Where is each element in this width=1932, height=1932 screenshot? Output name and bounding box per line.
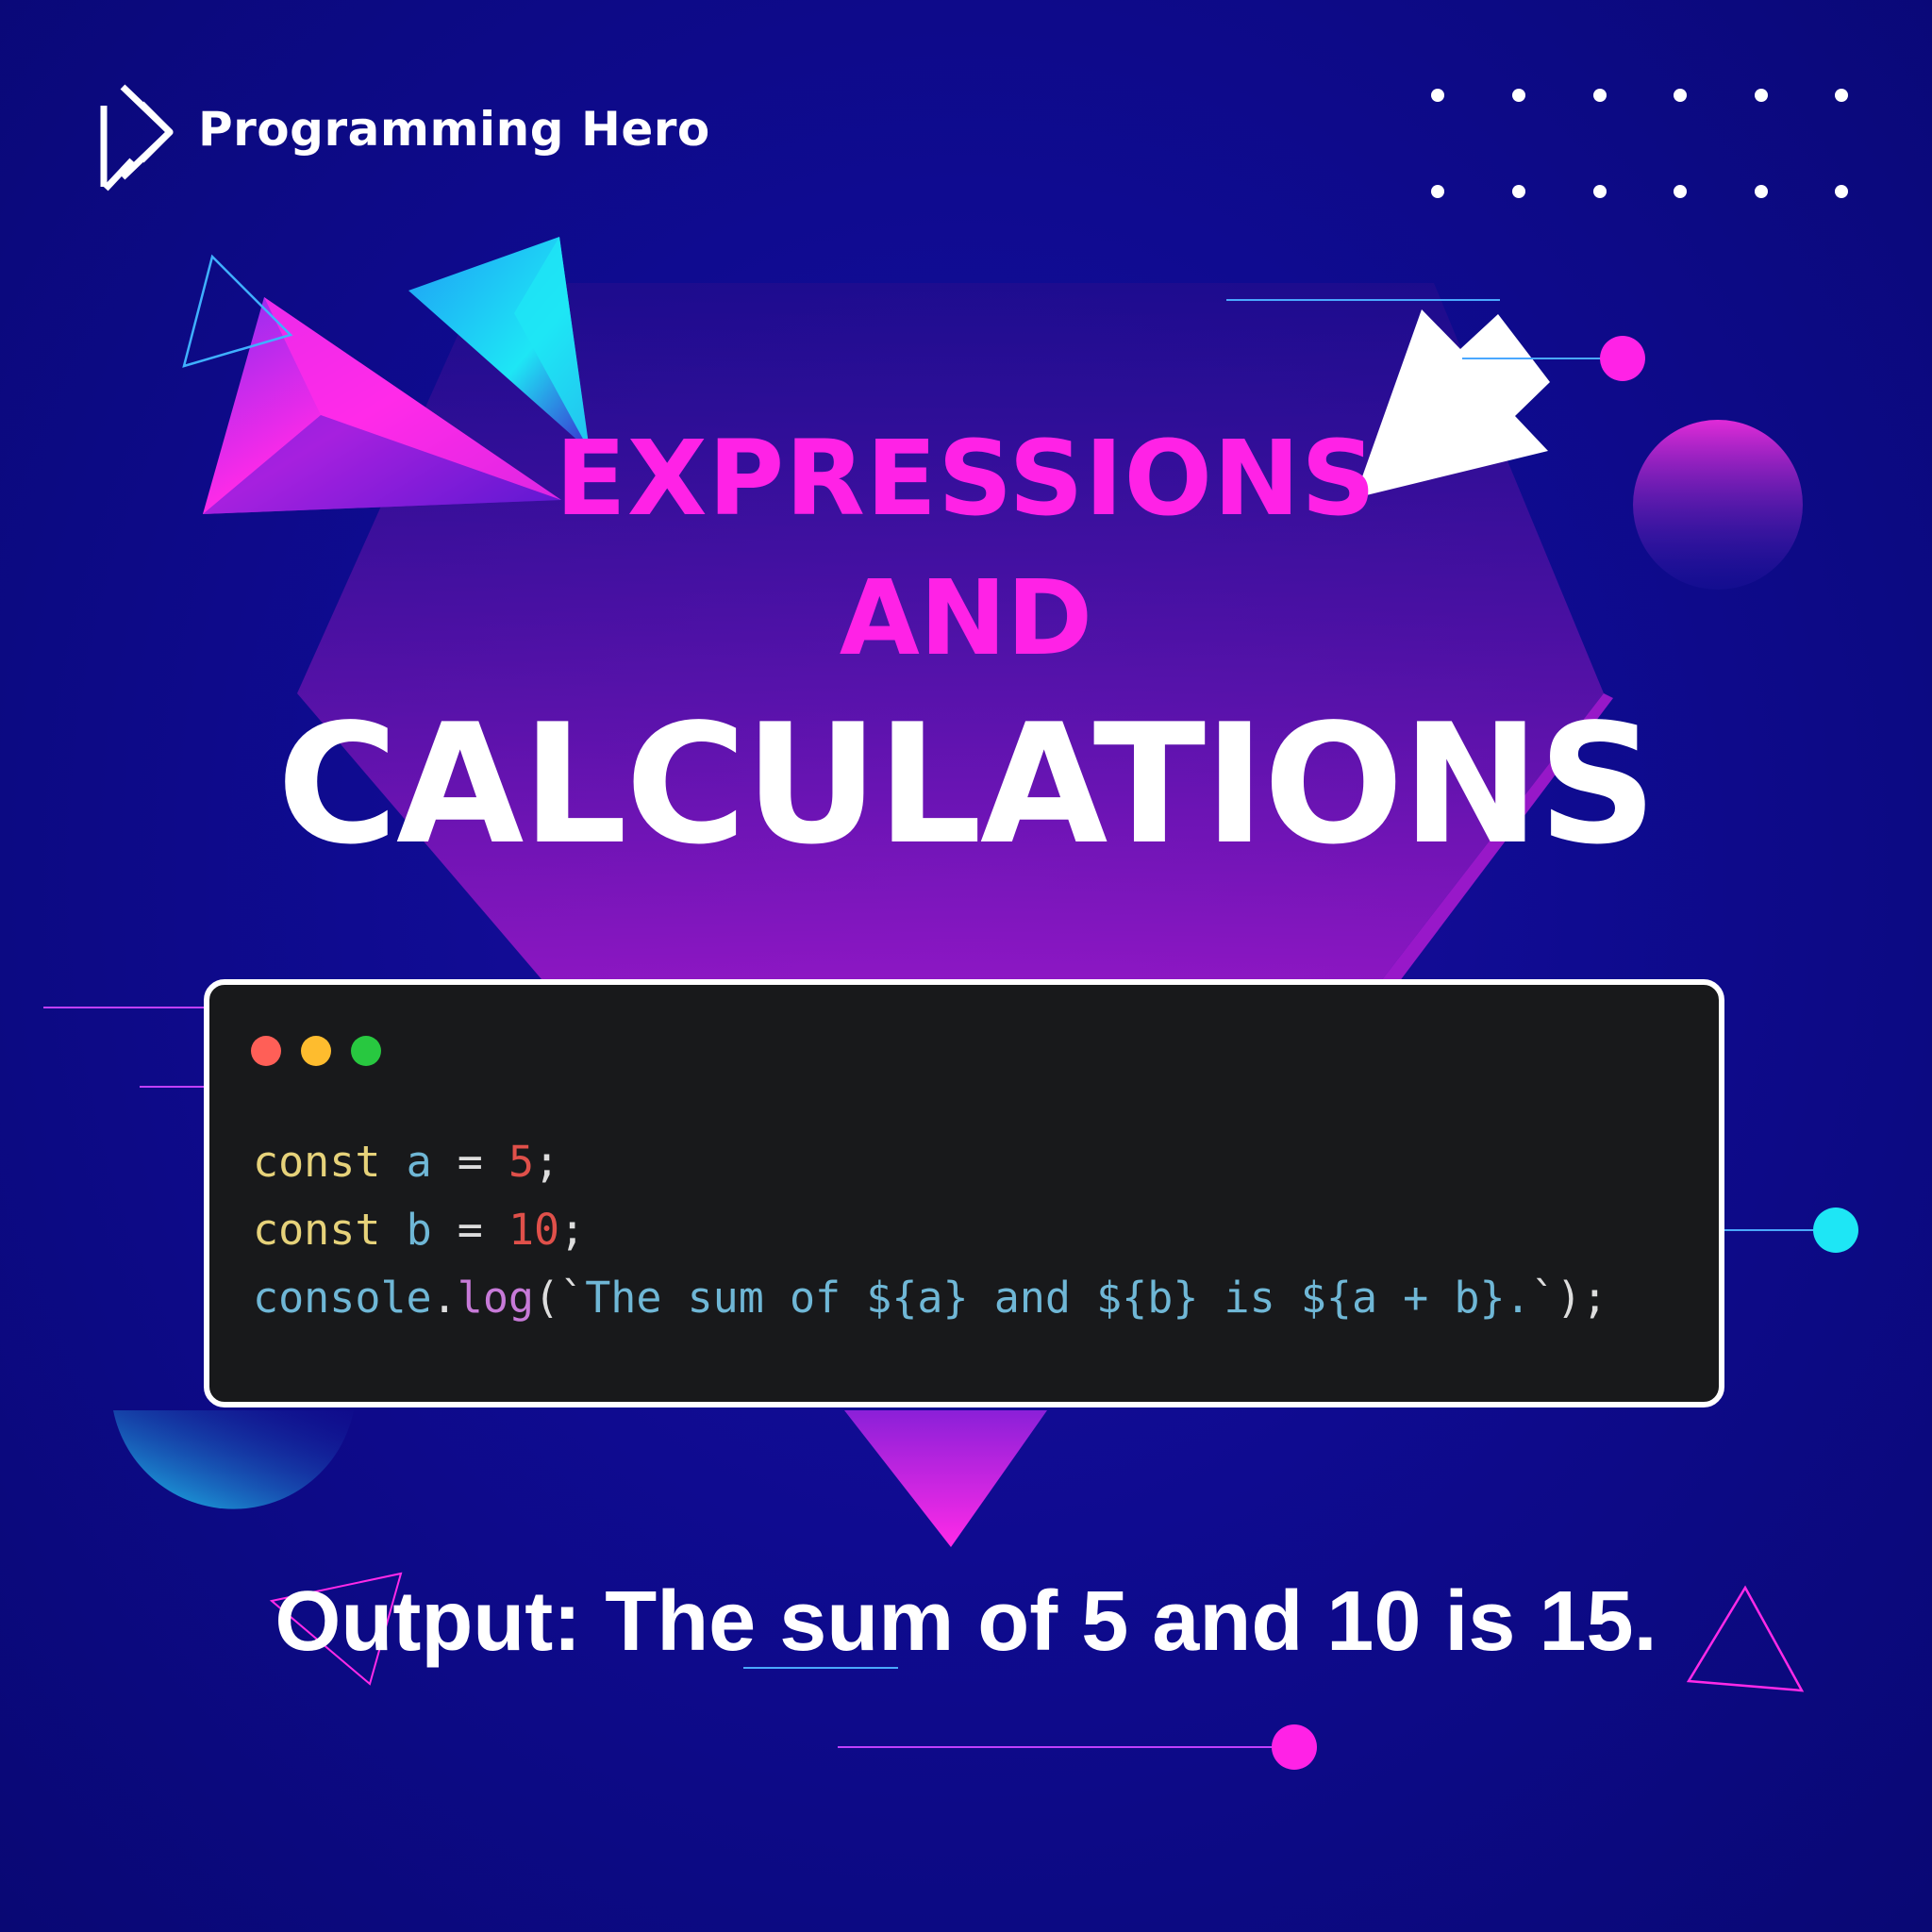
code-token: The sum of ${a} and ${b} is ${a + b}. (585, 1273, 1531, 1323)
code-token: const (253, 1205, 381, 1255)
code-block: const a = 5; const b = 10; console.log(`Th… (253, 1128, 1607, 1332)
code-line: const a = 5; (253, 1128, 1607, 1196)
output-text: Output: The sum of 5 and 10 is 15. (275, 1574, 1657, 1669)
brand-name: Programming Hero (198, 102, 710, 157)
magenta-node-bottom (1272, 1724, 1317, 1770)
code-token: log (457, 1273, 535, 1323)
poster-canvas: Programming Hero EXPRESSIONS AND CALCULA… (0, 0, 1932, 1932)
play-chevron-logo (100, 84, 174, 192)
dot-grid (1431, 89, 1848, 198)
cyan-sphere (113, 1410, 354, 1509)
code-line: console.log(`The sum of ${a} and ${b} is… (253, 1264, 1607, 1332)
code-token: `); (1530, 1273, 1607, 1323)
window-minimize-dot (301, 1036, 331, 1066)
window-maximize-dot (351, 1036, 381, 1066)
code-token: 5 (508, 1137, 535, 1187)
code-token: (` (534, 1273, 586, 1323)
code-token: = (431, 1205, 508, 1255)
code-token: 10 (508, 1205, 560, 1255)
code-token: = (431, 1137, 508, 1187)
code-window: const a = 5; const b = 10; console.log(`Th… (204, 979, 1724, 1407)
cyan-node (1813, 1208, 1858, 1253)
magenta-node-top (1600, 336, 1645, 381)
title-line-3: CALCULATIONS (276, 690, 1657, 881)
code-line: const b = 10; (253, 1196, 1607, 1264)
bottom-triangle-shape (844, 1410, 1047, 1547)
code-token: const (253, 1137, 381, 1187)
code-token: . (431, 1273, 458, 1323)
title-line-1: EXPRESSIONS (555, 418, 1377, 539)
code-token: ; (534, 1137, 560, 1187)
code-token: ; (559, 1205, 586, 1255)
title-line-2: AND (839, 558, 1093, 678)
code-token: a (406, 1137, 432, 1187)
window-close-dot (251, 1036, 281, 1066)
code-token: b (406, 1205, 432, 1255)
code-token: console (253, 1273, 432, 1323)
